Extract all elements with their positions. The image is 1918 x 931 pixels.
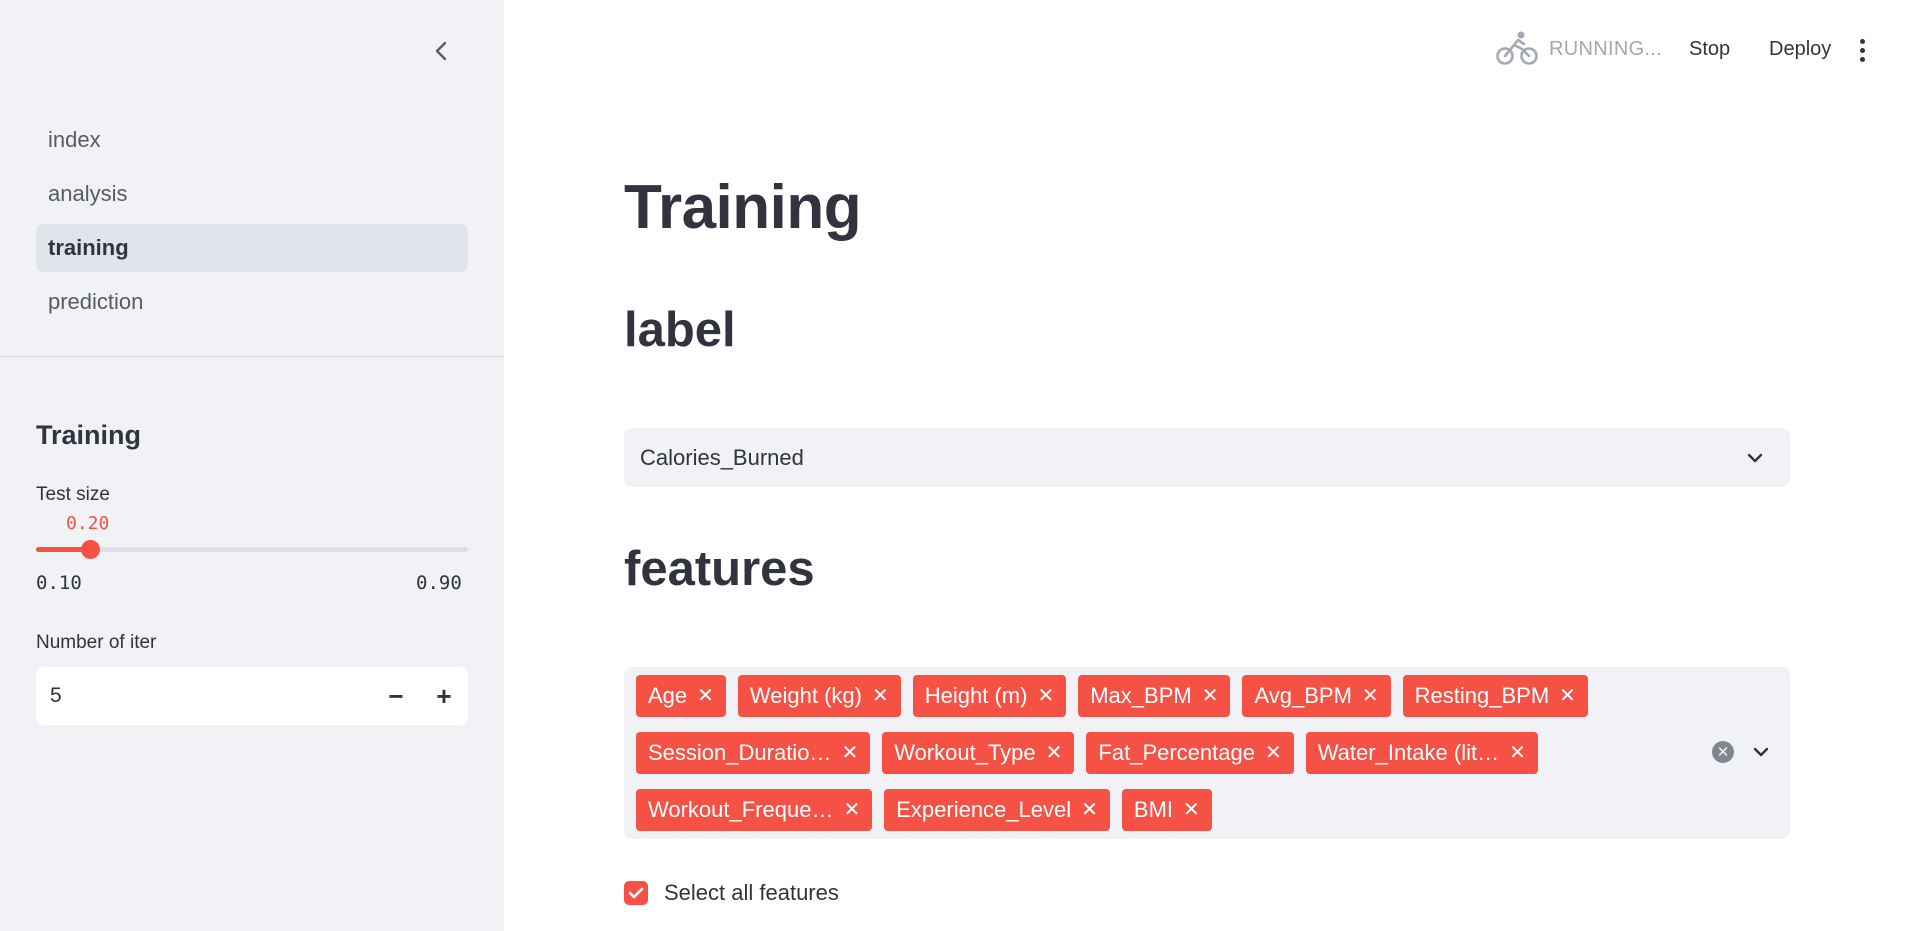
chevron-left-icon — [435, 41, 447, 61]
feature-chip-label: Fat_Percentage — [1098, 740, 1255, 765]
slider-thumb[interactable] — [81, 540, 100, 559]
sidebar-item-training[interactable]: training — [36, 224, 468, 272]
sidebar-item-label: training — [48, 235, 129, 260]
feature-chip[interactable]: Session_Duratio… ✕ — [636, 732, 871, 774]
feature-chip-label: Age — [648, 683, 688, 708]
remove-chip-icon[interactable]: ✕ — [1509, 743, 1526, 763]
remove-chip-icon[interactable]: ✕ — [1183, 800, 1200, 820]
remove-chip-icon[interactable]: ✕ — [697, 686, 714, 706]
feature-chip-label: Resting_BPM — [1414, 683, 1550, 708]
sidebar-item-label: index — [48, 127, 101, 152]
sidebar-item-analysis[interactable]: analysis — [36, 170, 468, 218]
feature-chip[interactable]: Workout_Freque… ✕ — [636, 789, 873, 831]
running-status-icon — [1496, 30, 1538, 71]
decrement-button[interactable]: − — [372, 667, 420, 725]
deploy-button[interactable]: Deploy — [1769, 38, 1831, 61]
feature-chip-label: BMI — [1133, 797, 1174, 822]
page-title: Training — [624, 173, 862, 242]
remove-chip-icon[interactable]: ✕ — [1362, 686, 1379, 706]
sidebar-heading: Training — [36, 420, 142, 450]
select-all-checkbox[interactable] — [624, 881, 648, 905]
increment-button[interactable]: + — [420, 667, 468, 725]
test-size-value: 0.20 — [66, 513, 110, 534]
bicycle-icon — [1496, 31, 1538, 65]
test-size-label: Test size — [36, 484, 110, 505]
slider-min-label: 0.10 — [36, 572, 82, 594]
select-all-label: Select all features — [664, 880, 839, 905]
sidebar-item-label: prediction — [48, 289, 144, 314]
collapse-sidebar-button[interactable] — [426, 36, 456, 66]
feature-chip-label: Height (m) — [924, 683, 1028, 708]
minus-icon: − — [388, 680, 404, 711]
iterations-number-input: − + — [36, 667, 468, 725]
remove-chip-icon[interactable]: ✕ — [872, 686, 889, 706]
feature-chip-label: Avg_BPM — [1254, 683, 1352, 708]
slider-max-label: 0.90 — [416, 572, 462, 594]
feature-chip-label: Experience_Level — [896, 797, 1072, 822]
feature-chip[interactable]: Max_BPM ✕ — [1078, 675, 1231, 717]
dot — [1859, 56, 1865, 62]
feature-chip[interactable]: Age ✕ — [636, 675, 726, 717]
check-icon — [628, 887, 644, 899]
feature-chip[interactable]: Workout_Type ✕ — [882, 732, 1075, 774]
select-all-checkbox-row[interactable]: Select all features — [624, 880, 839, 906]
dot — [1859, 38, 1865, 44]
running-status-text: RUNNING... — [1549, 38, 1662, 60]
test-size-slider[interactable] — [36, 540, 468, 559]
plus-icon: + — [436, 680, 452, 711]
remove-chip-icon[interactable]: ✕ — [843, 800, 860, 820]
stop-button[interactable]: Stop — [1689, 38, 1730, 61]
dot — [1859, 47, 1865, 53]
remove-chip-icon[interactable]: ✕ — [1265, 743, 1282, 763]
sidebar-item-index[interactable]: index — [36, 116, 468, 164]
remove-chip-icon[interactable]: ✕ — [1046, 743, 1063, 763]
feature-chip-label: Weight (kg) — [749, 683, 862, 708]
feature-chip[interactable]: Water_Intake (lit… ✕ — [1305, 732, 1538, 774]
iterations-label: Number of iter — [36, 632, 157, 653]
feature-chips: Age ✕ Weight (kg) ✕ Height (m) ✕ Max_BPM ✕ Avg_B… — [636, 675, 1686, 831]
label-select-value: Calories_Burned — [640, 444, 804, 470]
chevron-down-icon[interactable] — [1752, 743, 1770, 761]
feature-chip-label: Max_BPM — [1090, 683, 1192, 708]
feature-chip[interactable]: Experience_Level ✕ — [884, 789, 1110, 831]
feature-chip-label: Workout_Freque… — [648, 797, 834, 822]
features-multiselect[interactable]: Age ✕ Weight (kg) ✕ Height (m) ✕ Max_BPM ✕ Avg_B… — [624, 667, 1790, 839]
sidebar: index analysis training prediction Train… — [0, 0, 504, 931]
label-select[interactable]: Calories_Burned — [624, 428, 1790, 487]
feature-chip[interactable]: Fat_Percentage ✕ — [1086, 732, 1294, 774]
feature-chip[interactable]: Avg_BPM ✕ — [1242, 675, 1391, 717]
clear-all-icon[interactable]: ✕ — [1712, 741, 1734, 763]
main-menu-button[interactable] — [1852, 34, 1872, 66]
sidebar-item-prediction[interactable]: prediction — [36, 278, 468, 326]
sidebar-divider — [0, 356, 504, 357]
feature-chip[interactable]: Height (m) ✕ — [912, 675, 1067, 717]
feature-chip-label: Session_Duratio… — [648, 740, 832, 765]
remove-chip-icon[interactable]: ✕ — [1202, 686, 1219, 706]
features-heading: features — [624, 542, 815, 596]
sidebar-item-label: analysis — [48, 181, 128, 206]
label-heading: label — [624, 303, 736, 357]
chevron-down-icon — [1747, 453, 1763, 462]
feature-chip[interactable]: Weight (kg) ✕ — [737, 675, 901, 717]
feature-chip[interactable]: Resting_BPM ✕ — [1402, 675, 1588, 717]
iterations-field[interactable] — [36, 684, 372, 708]
remove-chip-icon[interactable]: ✕ — [841, 743, 858, 763]
remove-chip-icon[interactable]: ✕ — [1559, 686, 1576, 706]
feature-chip[interactable]: BMI ✕ — [1121, 789, 1212, 831]
sidebar-nav: index analysis training prediction — [36, 116, 468, 332]
remove-chip-icon[interactable]: ✕ — [1037, 686, 1054, 706]
feature-chip-label: Workout_Type — [894, 740, 1036, 765]
feature-chip-label: Water_Intake (lit… — [1317, 740, 1500, 765]
remove-chip-icon[interactable]: ✕ — [1081, 800, 1098, 820]
